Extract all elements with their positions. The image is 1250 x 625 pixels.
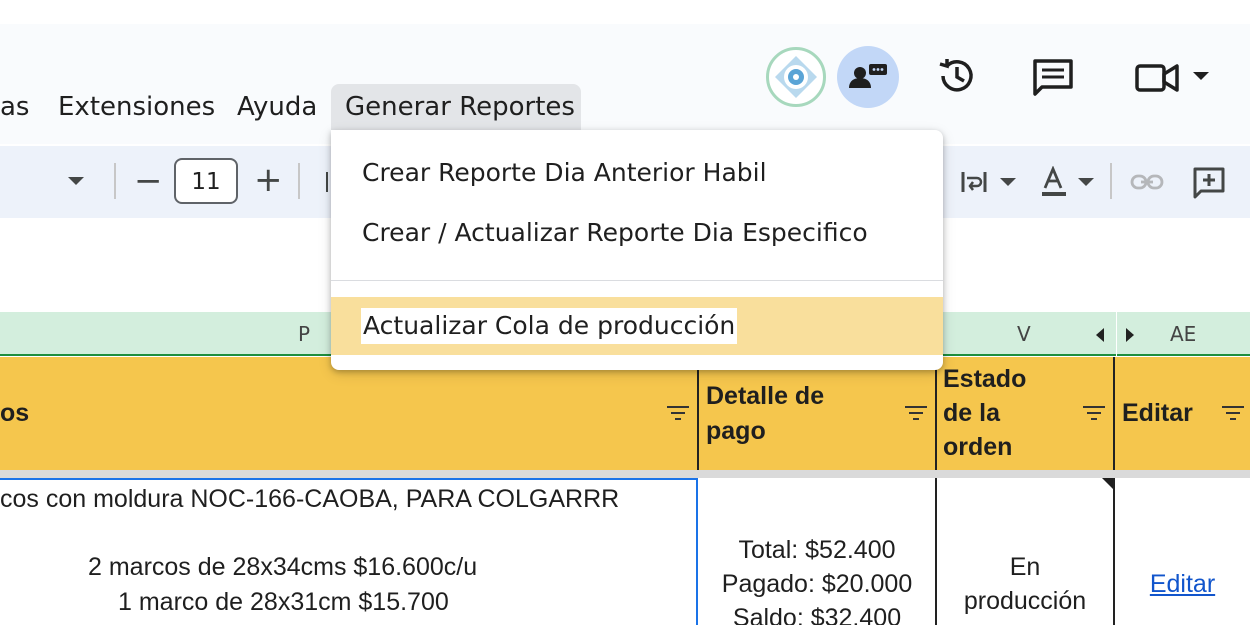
hidden-columns-right-arrow-icon[interactable] (1126, 328, 1134, 342)
header-cell-estado-line3[interactable]: orden (943, 430, 1012, 465)
hidden-columns-left-arrow-icon[interactable] (1096, 328, 1104, 342)
menu-item-ayuda[interactable]: Ayuda (237, 92, 317, 122)
link-icon[interactable] (1130, 173, 1164, 191)
header-cell-editar[interactable]: Editar (1122, 396, 1193, 431)
cell-border (935, 357, 937, 470)
payment-detail-cell[interactable]: Total: $52.400 Pagado: $20.000 Saldo: $3… (699, 533, 935, 625)
order-status-cell[interactable]: En producción (937, 550, 1113, 618)
add-comment-icon[interactable] (1192, 166, 1226, 200)
toolbar-divider (1110, 163, 1112, 199)
column-letter-ae: AE (1170, 322, 1197, 346)
increase-font-size-button[interactable]: + (254, 160, 283, 200)
order-status-line2: producción (963, 587, 1087, 615)
order-status-line1: En (1009, 553, 1041, 581)
history-icon[interactable] (936, 55, 978, 97)
menu-option-crear-reporte-dia-anterior[interactable]: Crear Reporte Dia Anterior Habil (362, 158, 767, 187)
column-letter-v: V (1017, 322, 1031, 346)
text-wrap-icon[interactable] (960, 168, 988, 196)
edit-cell: Editar (1115, 567, 1250, 601)
text-color-icon[interactable] (1040, 166, 1068, 198)
comment-icon[interactable] (1032, 58, 1074, 98)
bold-button-partial[interactable] (326, 172, 328, 192)
description-line1: cos con moldura NOC-166-CAOBA, PARA COLG… (0, 485, 620, 513)
toolbar-divider (114, 163, 116, 199)
payment-balance: Saldo: $32.400 (732, 604, 902, 625)
header-cell-estado-line2[interactable]: de la (943, 396, 1000, 431)
edit-link[interactable]: Editar (1150, 570, 1215, 598)
column-letter-p: P (298, 322, 311, 346)
header-cell-productos[interactable]: os (0, 396, 29, 431)
addon-logo-icon[interactable] (766, 47, 826, 107)
text-color-chevron-down-icon[interactable] (1078, 178, 1094, 188)
video-call-icon[interactable] (1134, 60, 1180, 96)
toolbar-divider (298, 163, 300, 199)
header-cell-detalle-pago-line1[interactable]: Detalle de (706, 379, 824, 414)
font-size-value: 11 (191, 169, 221, 195)
filter-icon[interactable] (905, 405, 927, 421)
filter-icon[interactable] (1083, 405, 1105, 421)
chevron-down-icon[interactable] (68, 177, 84, 187)
frozen-row-divider (0, 470, 1250, 478)
menu-option-crear-actualizar-reporte-dia-especifico[interactable]: Crear / Actualizar Reporte Dia Especific… (362, 218, 868, 247)
generar-reportes-dropdown: Crear Reporte Dia Anterior Habil Crear /… (331, 130, 943, 370)
cell-border (1113, 478, 1115, 625)
decrease-font-size-button[interactable]: − (134, 161, 163, 201)
description-line2: 2 marcos de 28x34cms $16.600c/u (88, 553, 478, 581)
filter-icon[interactable] (1222, 405, 1244, 421)
wrap-chevron-down-icon[interactable] (1000, 178, 1016, 188)
cell-border (1113, 357, 1115, 470)
payment-total: Total: $52.400 (738, 536, 896, 564)
cell-border (697, 357, 699, 470)
header-row (0, 357, 1250, 470)
header-cell-estado-line1[interactable]: Estado (943, 362, 1026, 397)
description-line3: 1 marco de 28x31cm $15.700 (118, 588, 449, 616)
meet-present-icon[interactable] (837, 46, 899, 108)
menu-item-extensiones[interactable]: Extensiones (58, 92, 215, 122)
menu-item-generar-reportes[interactable]: Generar Reportes (345, 92, 575, 122)
font-size-input[interactable]: 11 (174, 158, 238, 204)
menu-divider (331, 280, 943, 281)
menu-item-herramientas[interactable]: as (0, 92, 29, 122)
filter-icon[interactable] (667, 405, 689, 421)
payment-paid: Pagado: $20.000 (721, 570, 913, 598)
menu-option-actualizar-cola-produccion-label: Actualizar Cola de producción (361, 308, 738, 344)
note-indicator-icon (1102, 478, 1113, 489)
spreadsheet-app: as Extensiones Ayuda Generar Reportes − … (0, 0, 1250, 625)
header-cell-detalle-pago-line2[interactable]: pago (706, 414, 766, 449)
video-call-chevron-down-icon[interactable] (1193, 72, 1209, 82)
